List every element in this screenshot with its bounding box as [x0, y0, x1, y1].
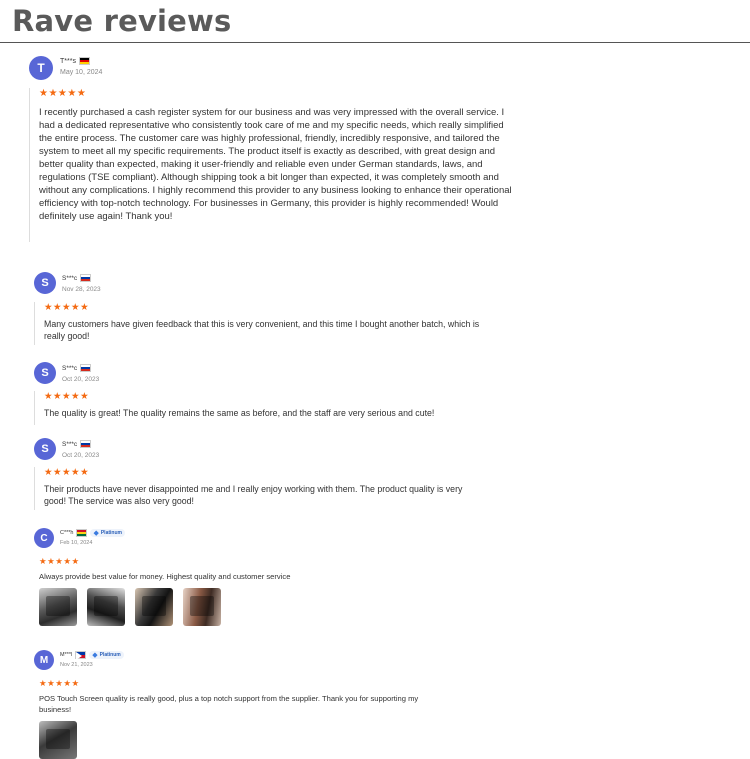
reviewer-name: C***h: [60, 530, 74, 536]
russia-flag-icon: [80, 440, 92, 448]
star-rating: ★★★★★: [39, 678, 80, 688]
review-date: May 10, 2024: [60, 69, 103, 76]
avatar: S: [34, 438, 56, 460]
star-rating: ★★★★★: [39, 88, 87, 99]
platinum-badge: ◆ Platinum: [90, 529, 125, 537]
star-rating: ★★★★★: [44, 391, 90, 402]
review-text: Their products have never disappointed m…: [44, 484, 463, 506]
review-photos: [39, 721, 439, 759]
review-text: I recently purchased a cash register sys…: [39, 107, 512, 222]
review-photo[interactable]: [39, 721, 77, 759]
review-photo[interactable]: [135, 588, 173, 626]
diamond-icon: ◆: [93, 530, 99, 537]
diamond-icon: ◆: [92, 652, 98, 659]
review-date: Nov 21, 2023: [60, 662, 93, 668]
review-text: The quality is great! The quality remain…: [44, 408, 435, 418]
review-card: S S***c Oct 20, 2023 ★★★★★ The quality i…: [34, 362, 484, 425]
review-card: S S***c Nov 28, 2023 ★★★★★ Many customer…: [34, 272, 484, 345]
title-divider: [0, 42, 750, 43]
russia-flag-icon: [80, 274, 92, 282]
review-photo[interactable]: [87, 588, 125, 626]
germany-flag-icon: [78, 57, 90, 65]
review-text: Many customers have given feedback that …: [44, 319, 480, 341]
review-card: T T***s May 10, 2024 ★★★★★ I recently pu…: [29, 56, 512, 242]
avatar: S: [34, 362, 56, 384]
review-text: Always provide best value for money. Hig…: [39, 572, 291, 581]
reviewer-name: M***l: [60, 652, 73, 658]
review-photo[interactable]: [183, 588, 221, 626]
reviewer-name: T***s: [60, 57, 76, 65]
russia-flag-icon: [80, 364, 92, 372]
star-rating: ★★★★★: [44, 302, 90, 313]
avatar: S: [34, 272, 56, 294]
review-date: Feb 10, 2024: [60, 540, 93, 546]
platinum-badge: ◆ Platinum: [89, 651, 124, 659]
reviewer-name: S***c: [62, 274, 78, 282]
avatar: T: [29, 56, 53, 80]
philippines-flag-icon: [75, 651, 87, 660]
review-date: Oct 20, 2023: [62, 376, 100, 383]
star-rating: ★★★★★: [39, 556, 80, 566]
star-rating: ★★★★★: [44, 467, 90, 478]
section-title: Rave reviews: [12, 4, 232, 38]
review-text: POS Touch Screen quality is really good,…: [39, 694, 419, 714]
review-date: Nov 28, 2023: [62, 286, 101, 293]
avatar: M: [34, 650, 54, 670]
review-card: M M***l ◆ Platinum Nov 21, 2023 ★★★★★ POS…: [34, 650, 454, 759]
reviewer-name: S***c: [62, 440, 78, 448]
review-date: Oct 20, 2023: [62, 452, 100, 459]
review-photo[interactable]: [39, 588, 77, 626]
reviewer-name: S***c: [62, 364, 78, 372]
review-card: S S***c Oct 20, 2023 ★★★★★ Their product…: [34, 438, 484, 510]
review-card: C C***h ◆ Platinum Feb 10, 2024 ★★★★★ Alw…: [34, 528, 454, 626]
ghana-flag-icon: [76, 529, 88, 537]
review-photos: [39, 588, 439, 626]
avatar: C: [34, 528, 54, 548]
